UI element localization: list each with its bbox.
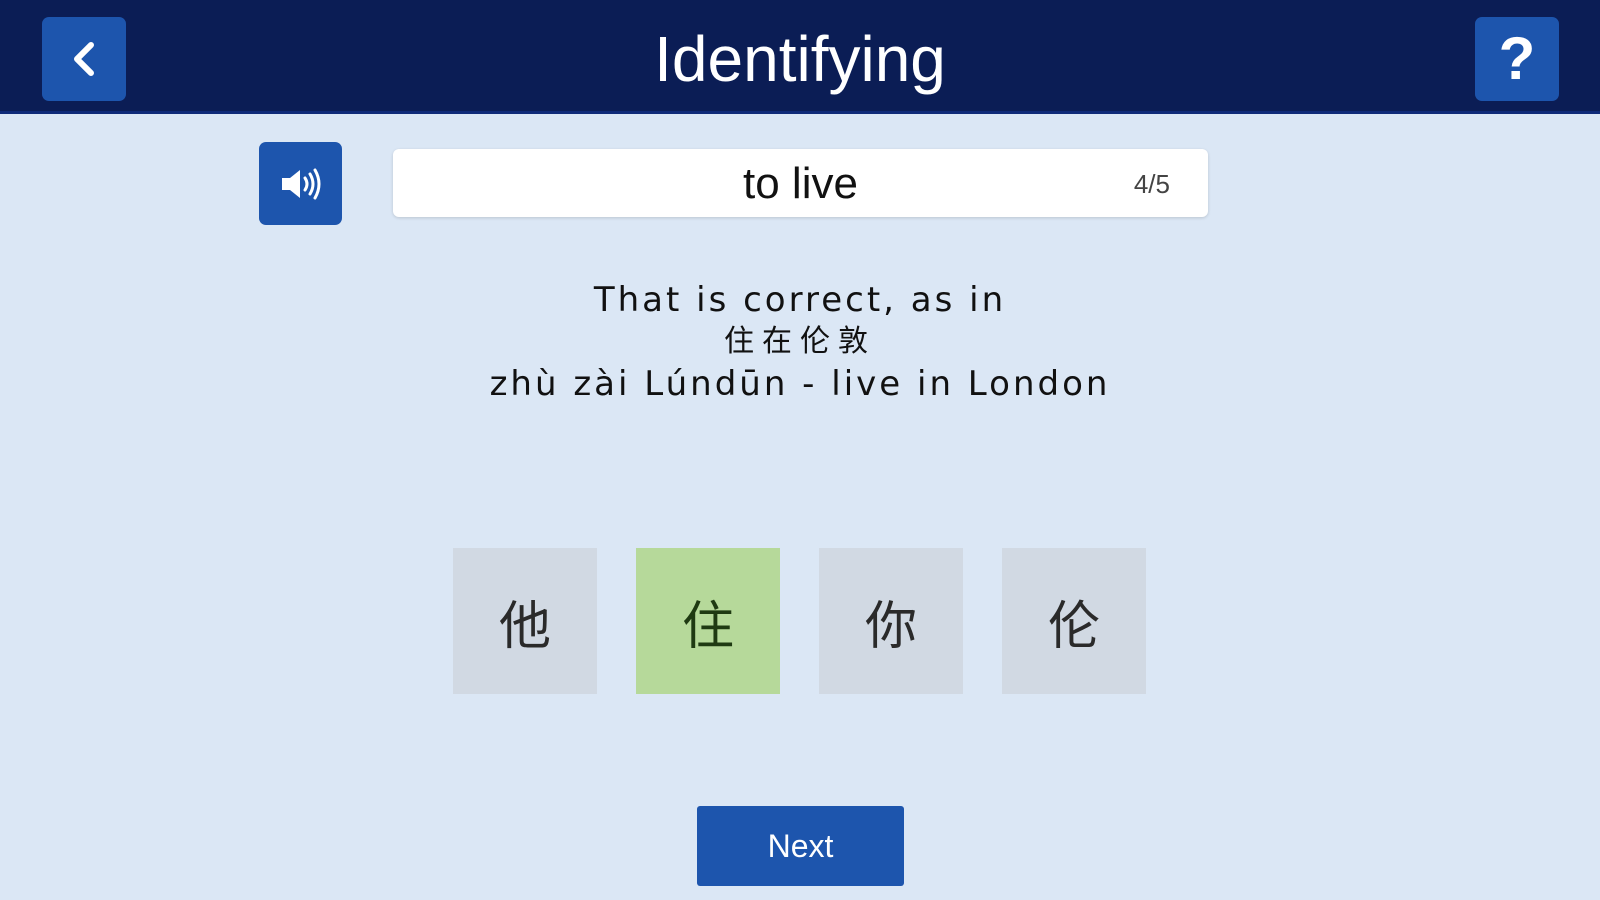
header-bar: Identifying ? bbox=[0, 0, 1600, 114]
choice-tile[interactable]: 伦 bbox=[1002, 548, 1146, 694]
feedback-pinyin-translation: zhù zài Lúndūn - live in London bbox=[489, 364, 1111, 404]
play-sound-button[interactable] bbox=[259, 142, 342, 225]
choice-tile-correct[interactable]: 住 bbox=[636, 548, 780, 694]
speaker-icon bbox=[281, 168, 320, 199]
back-button[interactable] bbox=[42, 17, 126, 101]
page: Identifying ? to live 4/5 That is correc… bbox=[0, 0, 1600, 900]
help-button[interactable]: ? bbox=[1475, 17, 1559, 101]
next-button[interactable]: Next bbox=[697, 806, 904, 886]
answer-choices: 他 住 你 伦 bbox=[453, 548, 1153, 694]
help-icon: ? bbox=[1498, 25, 1536, 92]
choice-tile[interactable]: 他 bbox=[453, 548, 597, 694]
chevron-left-icon bbox=[74, 42, 94, 76]
feedback-text: That is correct, as in bbox=[593, 280, 1007, 320]
progress-counter: 4/5 bbox=[1133, 169, 1170, 199]
feedback-message: That is correct, as in 住在伦敦 zhù zài Lúnd… bbox=[300, 278, 1300, 406]
feedback-hanzi: 住在伦敦 bbox=[724, 324, 876, 359]
choice-tile[interactable]: 你 bbox=[819, 548, 963, 694]
prompt-box: to live 4/5 bbox=[393, 149, 1208, 217]
prompt-word: to live bbox=[743, 159, 858, 208]
page-title: Identifying bbox=[654, 23, 946, 95]
